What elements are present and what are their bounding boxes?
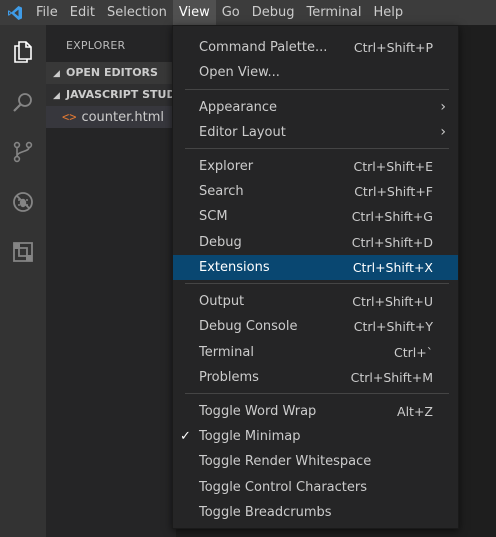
- chevron-down-icon: ◢: [53, 91, 60, 101]
- menu-item-command-palette[interactable]: Command Palette... Ctrl+Shift+P: [173, 35, 458, 60]
- menu-item-debug-console[interactable]: Debug Console Ctrl+Shift+Y: [173, 314, 458, 339]
- menu-item-output[interactable]: Output Ctrl+Shift+U: [173, 289, 458, 314]
- folder-section[interactable]: ◢ JAVASCRIPT STUDY: [46, 84, 176, 106]
- file-item-counter-html[interactable]: <> counter.html: [46, 106, 176, 128]
- menu-item-toggle-render-whitespace[interactable]: Toggle Render Whitespace: [173, 449, 458, 474]
- activity-bar: [0, 25, 46, 537]
- menu-item-scm[interactable]: SCM Ctrl+Shift+G: [173, 204, 458, 229]
- menu-item-toggle-breadcrumbs[interactable]: Toggle Breadcrumbs: [173, 500, 458, 525]
- menu-item-explorer[interactable]: Explorer Ctrl+Shift+E: [173, 154, 458, 179]
- menu-item-problems[interactable]: Problems Ctrl+Shift+M: [173, 365, 458, 390]
- html-file-icon: <>: [62, 110, 77, 124]
- menu-go[interactable]: Go: [216, 0, 246, 25]
- explorer-title: EXPLORER: [66, 39, 126, 52]
- menu-item-debug[interactable]: Debug Ctrl+Shift+D: [173, 230, 458, 255]
- folder-label: JAVASCRIPT STUDY: [66, 88, 176, 101]
- menu-separator: [185, 393, 449, 394]
- debug-icon[interactable]: [0, 180, 46, 224]
- menu-item-search[interactable]: Search Ctrl+Shift+F: [173, 179, 458, 204]
- menu-separator: [185, 148, 449, 149]
- menu-item-toggle-word-wrap[interactable]: Toggle Word Wrap Alt+Z: [173, 399, 458, 424]
- chevron-down-icon: ◢: [53, 69, 60, 79]
- view-menu-dropdown: Command Palette... Ctrl+Shift+P Open Vie…: [172, 25, 459, 529]
- menu-separator: [185, 283, 449, 284]
- menu-terminal[interactable]: Terminal: [301, 0, 368, 25]
- explorer-sidebar: EXPLORER ◢ OPEN EDITORS ◢ JAVASCRIPT STUDY…: [46, 25, 176, 537]
- files-icon[interactable]: [0, 30, 46, 74]
- menu-debug[interactable]: Debug: [246, 0, 301, 25]
- extensions-icon[interactable]: [0, 230, 46, 274]
- menu-item-open-view[interactable]: Open View...: [173, 60, 458, 85]
- menu-item-terminal[interactable]: Terminal Ctrl+`: [173, 340, 458, 365]
- menu-bar: File Edit Selection View Go Debug Termin…: [0, 0, 496, 25]
- menu-separator: [185, 89, 449, 90]
- menu-help[interactable]: Help: [367, 0, 409, 25]
- search-icon[interactable]: [0, 80, 46, 124]
- menu-item-extensions[interactable]: Extensions Ctrl+Shift+X: [173, 255, 458, 280]
- menu-selection[interactable]: Selection: [101, 0, 173, 25]
- vscode-logo-icon: [0, 0, 30, 25]
- menu-edit[interactable]: Edit: [64, 0, 101, 25]
- chevron-right-icon: ›: [440, 124, 446, 140]
- open-editors-section[interactable]: ◢ OPEN EDITORS: [46, 62, 176, 84]
- menu-view[interactable]: View: [172, 0, 216, 25]
- checkmark-icon: ✓: [180, 429, 191, 444]
- menu-file[interactable]: File: [30, 0, 64, 25]
- menu-item-appearance[interactable]: Appearance ›: [173, 95, 458, 120]
- chevron-right-icon: ›: [440, 99, 446, 115]
- menu-item-toggle-minimap[interactable]: ✓ Toggle Minimap: [173, 424, 458, 449]
- menu-item-toggle-control-characters[interactable]: Toggle Control Characters: [173, 475, 458, 500]
- source-control-icon[interactable]: [0, 130, 46, 174]
- file-label: counter.html: [81, 110, 165, 125]
- open-editors-label: OPEN EDITORS: [66, 66, 158, 79]
- menu-item-editor-layout[interactable]: Editor Layout ›: [173, 120, 458, 145]
